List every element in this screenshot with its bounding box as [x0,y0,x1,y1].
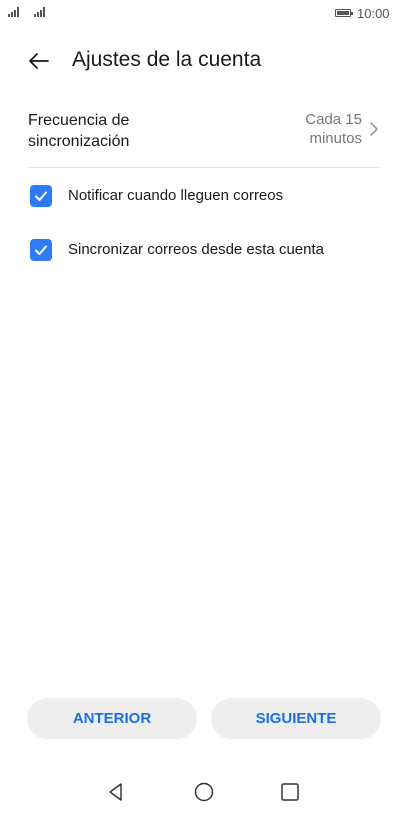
page-title: Ajustes de la cuenta [72,48,262,71]
sync-mail-option[interactable]: Sincronizar correos desde esta cuenta [28,237,380,265]
signal-icon [8,7,19,17]
app-header: Ajustes de la cuenta [0,40,408,80]
checkbox-checked-icon[interactable] [30,185,52,207]
battery-icon [335,9,353,17]
sync-frequency-value: Cada 15 minutos [305,111,362,147]
chevron-right-icon [368,120,380,138]
sync-frequency-label: Frecuencia de sincronización [28,112,130,150]
nav-back-icon[interactable] [104,780,128,804]
divider [28,167,380,168]
nav-home-icon[interactable] [192,780,216,804]
sync-mail-label: Sincronizar correos desde esta cuenta [68,241,324,258]
account-settings-screen: 10:00 Ajustes de la cuenta Frecuencia de… [0,0,408,816]
notify-new-mail-option[interactable]: Notificar cuando lleguen correos [28,183,380,211]
checkbox-checked-icon[interactable] [30,239,52,261]
system-nav-bar [0,772,408,812]
sync-frequency-setting[interactable]: Frecuencia de sincronización Cada 15 min… [28,104,380,168]
signal-icon [34,7,45,17]
back-arrow-icon[interactable] [26,48,52,74]
previous-button[interactable]: ANTERIOR [27,698,197,739]
next-button[interactable]: SIGUIENTE [211,698,381,739]
status-bar: 10:00 [0,0,408,24]
notify-new-mail-label: Notificar cuando lleguen correos [68,187,284,204]
nav-recents-icon[interactable] [278,780,302,804]
status-time: 10:00 [357,6,390,21]
